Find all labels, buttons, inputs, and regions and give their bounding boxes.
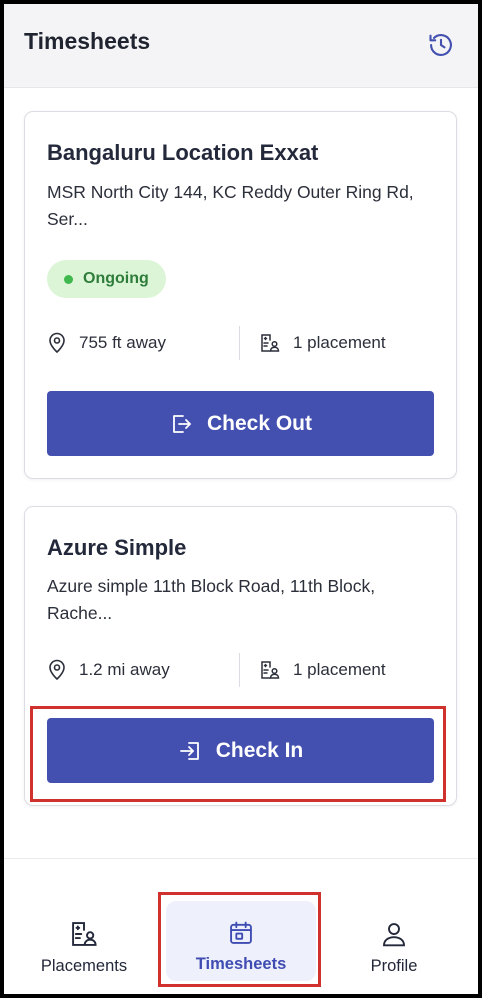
- meta-divider: [239, 653, 240, 687]
- nav-timesheets[interactable]: Timesheets: [166, 901, 316, 981]
- app-header: Timesheets: [4, 4, 478, 88]
- page-title: Timesheets: [24, 28, 151, 54]
- status-badge: Ongoing: [47, 260, 166, 298]
- status-dot: [64, 274, 73, 284]
- location-address: MSR North City 144, KC Reddy Outer Ring …: [47, 182, 414, 229]
- location-pin-icon: [49, 659, 65, 681]
- app-frame: Timesheets Bangaluru Location Exxat MSR …: [4, 4, 478, 994]
- meta-row: 755 ft away 1 placement: [47, 326, 437, 360]
- location-card[interactable]: Azure Simple Azure simple 11th Block Roa…: [24, 506, 457, 806]
- check-in-icon: [179, 741, 199, 760]
- meta-divider: [239, 326, 240, 360]
- history-button[interactable]: [424, 28, 458, 62]
- distance-text: 755 ft away: [79, 333, 166, 352]
- location-card[interactable]: Bangaluru Location Exxat MSR North City …: [24, 111, 457, 479]
- distance-info: 755 ft away: [47, 326, 166, 360]
- placements-icon: [261, 661, 280, 679]
- calendar-icon: [230, 921, 252, 944]
- status-label: Ongoing: [83, 270, 149, 287]
- nav-label: Timesheets: [195, 955, 287, 973]
- location-title: Bangaluru Location Exxat: [47, 140, 319, 165]
- timesheet-list: Bangaluru Location Exxat MSR North City …: [4, 88, 478, 858]
- person-icon: [383, 923, 405, 947]
- placement-count: 1 placement: [293, 660, 386, 679]
- bottom-navigation: Placements Timesheets Profile: [4, 858, 478, 994]
- placement-count: 1 placement: [293, 333, 386, 352]
- placements-icon: [261, 334, 280, 352]
- distance-text: 1.2 mi away: [79, 660, 170, 679]
- nav-profile[interactable]: Profile: [319, 901, 469, 981]
- nav-placements[interactable]: Placements: [9, 901, 159, 981]
- meta-row: 1.2 mi away 1 placement: [47, 653, 437, 687]
- location-pin-icon: [49, 332, 65, 354]
- distance-info: 1.2 mi away: [47, 653, 170, 687]
- check-out-button[interactable]: Check Out: [47, 391, 434, 456]
- check-in-button[interactable]: Check In: [47, 718, 434, 783]
- placement-info: 1 placement: [259, 653, 386, 687]
- placement-info: 1 placement: [259, 326, 386, 360]
- location-title: Azure Simple: [47, 535, 187, 560]
- location-address: Azure simple 11th Block Road, 11th Block…: [47, 576, 376, 623]
- check-out-label: Check Out: [206, 411, 313, 435]
- check-in-label: Check In: [215, 738, 304, 762]
- placements-icon: [72, 922, 97, 946]
- history-icon: [429, 34, 452, 56]
- nav-label: Profile: [370, 957, 418, 975]
- nav-label: Placements: [40, 957, 128, 975]
- check-out-icon: [173, 414, 191, 433]
